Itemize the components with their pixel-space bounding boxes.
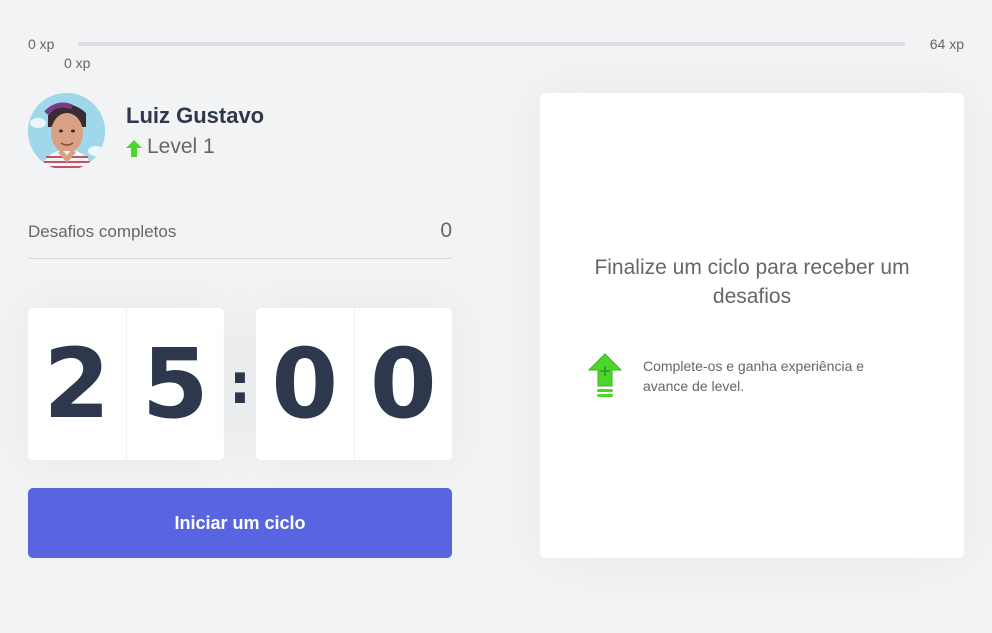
xp-min-label: 0 xp xyxy=(28,36,55,52)
countdown-separator: : xyxy=(228,351,252,417)
level-up-icon xyxy=(587,352,623,400)
countdown-minutes: 2 5 xyxy=(28,308,224,460)
minute-digit-left: 2 xyxy=(28,308,127,460)
profile-name: Luiz Gustavo xyxy=(126,103,265,128)
completed-challenges-count: 0 xyxy=(440,219,452,242)
xp-current-label: 0 xp xyxy=(64,55,91,71)
avatar-image xyxy=(28,93,105,170)
xp-max-label: 64 xp xyxy=(929,36,964,52)
challenge-box-title: Finalize um ciclo para receber um desafi… xyxy=(594,256,910,308)
start-cycle-button[interactable]: Iniciar um ciclo xyxy=(28,488,452,558)
challenge-box: Finalize um ciclo para receber um desafi… xyxy=(540,93,964,558)
countdown: 2 5 : 0 0 xyxy=(28,308,452,460)
level-up-arrow-icon xyxy=(126,139,142,157)
second-digit-right: 0 xyxy=(369,328,437,440)
challenge-box-description: Complete-os e ganha experiência e avance… xyxy=(643,358,865,394)
countdown-seconds: 0 0 xyxy=(256,308,452,460)
avatar xyxy=(28,93,105,170)
second-digit-left: 0 xyxy=(256,308,355,460)
minute-digit-right: 5 xyxy=(141,328,209,440)
completed-challenges-label: Desafios completos xyxy=(28,222,177,241)
completed-challenges: Desafios completos 0 xyxy=(28,216,452,259)
profile-level: Level 1 xyxy=(126,135,215,159)
level-label: Level 1 xyxy=(147,135,215,158)
xp-progress-bar xyxy=(78,42,905,46)
